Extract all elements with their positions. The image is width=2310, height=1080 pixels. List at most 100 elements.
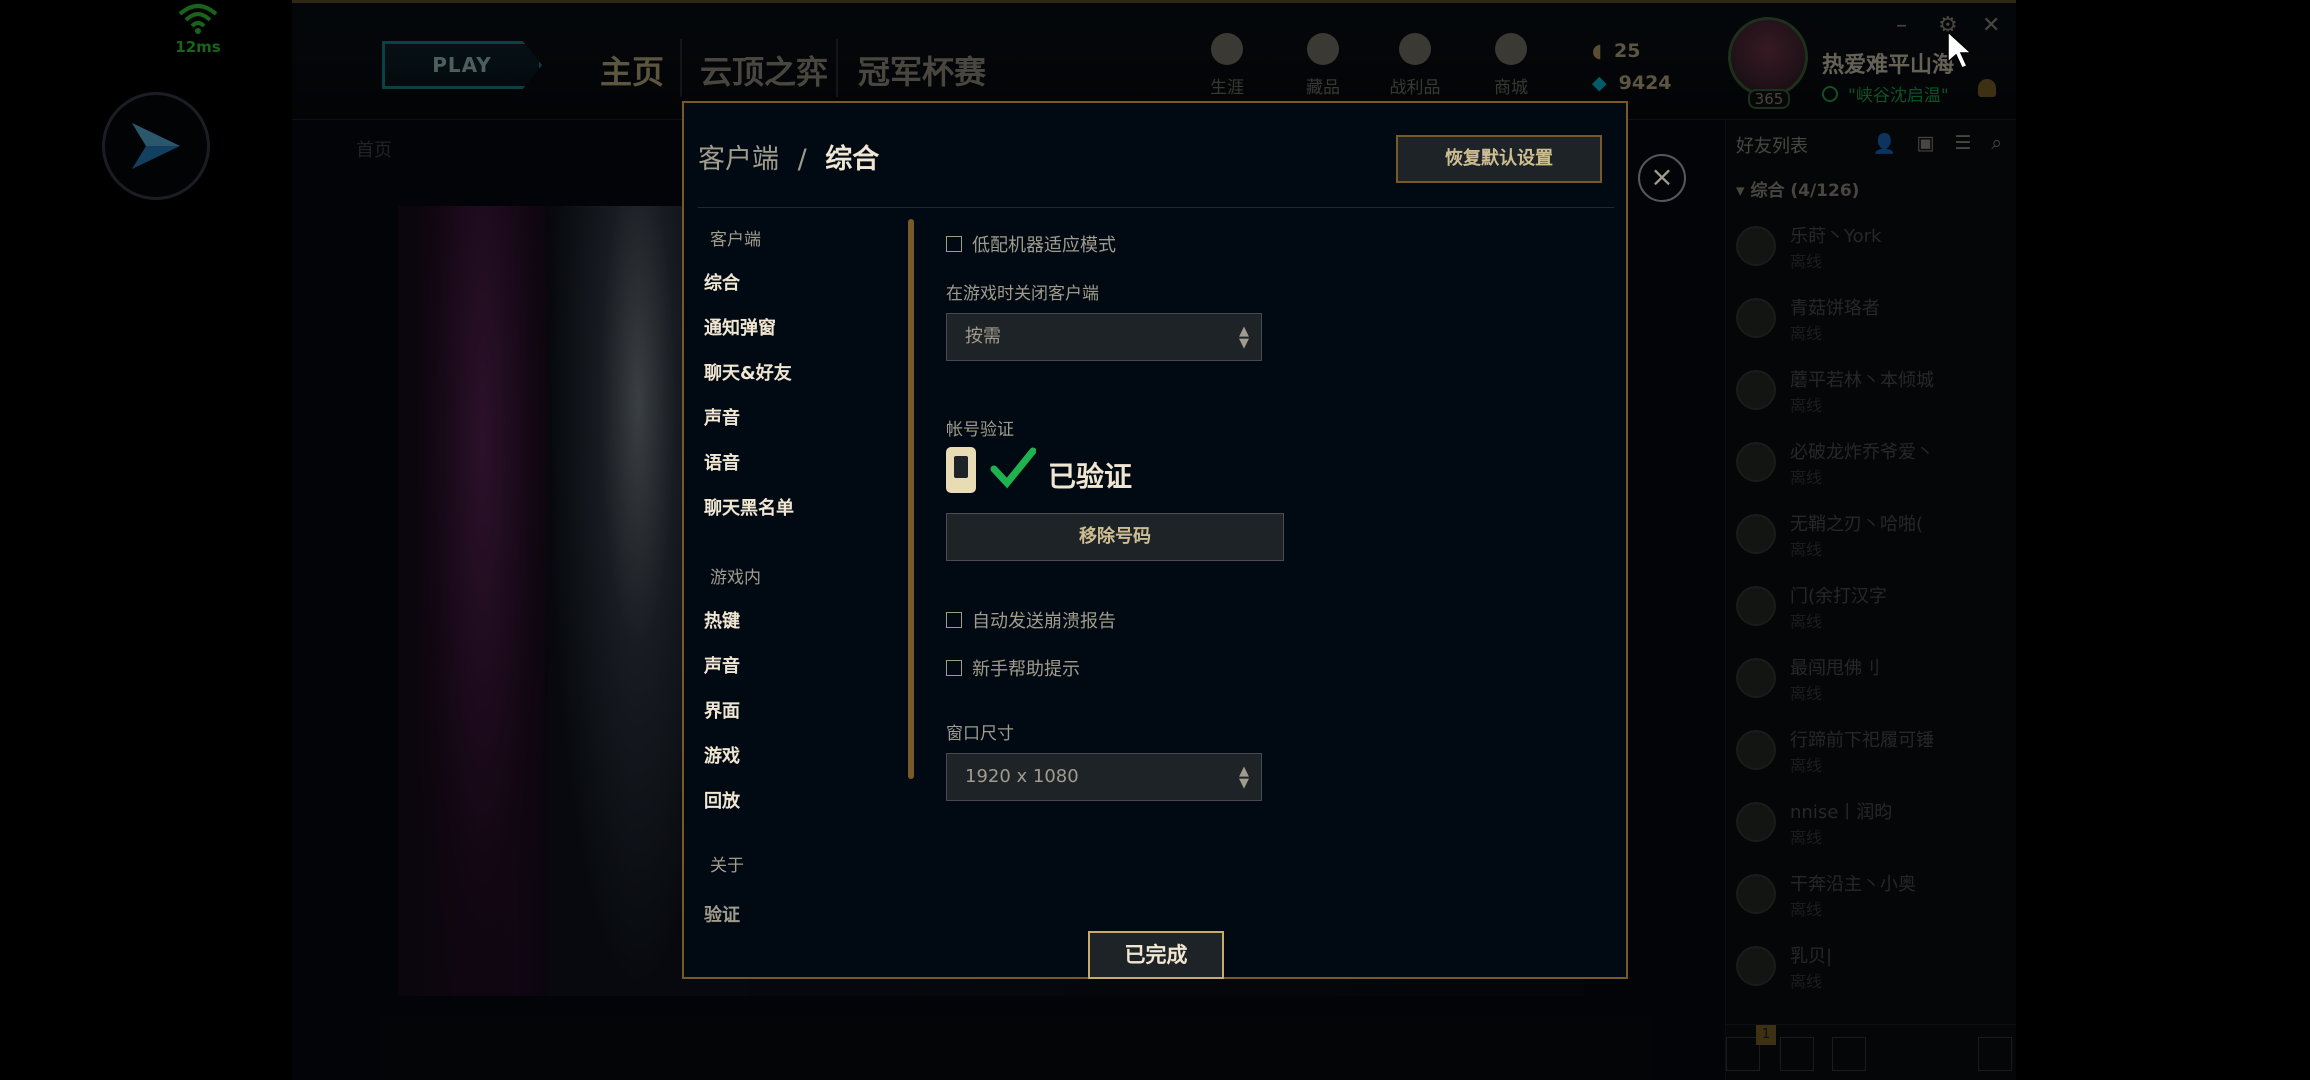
loot-button[interactable]: 战利品: [1380, 33, 1450, 98]
breadcrumb-separator: /: [797, 144, 807, 175]
sidebar-item-sound[interactable]: 声音: [704, 404, 740, 430]
sidebar-header-ingame: 游戏内: [710, 568, 761, 588]
sidebar-scrollbar[interactable]: [908, 219, 914, 779]
cursor-icon: [1947, 30, 1972, 69]
currency-panel[interactable]: ◖ 25 ◆ 9424: [1592, 35, 1672, 99]
sidebar-item-blocklist[interactable]: 聊天黑名单: [704, 494, 794, 520]
friend-group-header[interactable]: ▾ 综合 (4/126): [1736, 176, 1859, 201]
friend-name: 蘑平若林丶本倾城: [1790, 370, 1934, 391]
chevron-updown-icon: ▲ ▼: [1239, 764, 1249, 791]
low-spec-label: 低配机器适应模式: [972, 235, 1116, 256]
avatar: [1736, 658, 1776, 698]
profile-icon: [1211, 33, 1243, 65]
rp-amount: 25: [1614, 40, 1641, 62]
sidebar-item-verify[interactable]: 验证: [704, 901, 740, 927]
sidebar-item-game[interactable]: 游戏: [704, 742, 740, 768]
voice-icon[interactable]: [1832, 1037, 1866, 1071]
friend-status: 离线: [1790, 540, 1823, 559]
friend-row[interactable]: 蘑平若林丶本倾城 离线: [1726, 360, 2006, 432]
blue-essence-icon: ◆: [1592, 72, 1607, 94]
avatar: [1736, 586, 1776, 626]
search-icon[interactable]: ⌕: [1991, 132, 2002, 155]
minimize-icon[interactable]: –: [1896, 13, 1907, 38]
friend-row[interactable]: 乐莳丶York 离线: [1726, 216, 2006, 288]
sidebar-item-hotkeys[interactable]: 热键: [704, 607, 740, 633]
close-window-icon[interactable]: ✕: [1982, 13, 2000, 38]
done-button[interactable]: 已完成: [1088, 931, 1224, 979]
friend-name: 乐莳丶York: [1790, 226, 1882, 247]
status-message[interactable]: "峡谷沈启温": [1822, 81, 1949, 106]
friends-bottom-bar: 1: [1726, 1024, 2016, 1080]
tab-home[interactable]: 主页: [600, 47, 664, 93]
auto-crash-report-label: 自动发送崩溃报告: [972, 611, 1116, 632]
low-spec-checkbox[interactable]: 低配机器适应模式: [946, 231, 1116, 257]
friend-row[interactable]: 乳贝| 离线: [1726, 936, 2006, 1008]
sidebar-item-notifications[interactable]: 通知弹窗: [704, 314, 776, 340]
close-client-dropdown[interactable]: 按需 ▲ ▼: [946, 313, 1262, 361]
friend-status: 离线: [1790, 324, 1823, 343]
notification-bell-icon[interactable]: [1978, 79, 1996, 97]
username: 热爱难平山海: [1822, 53, 1955, 78]
friend-row[interactable]: 无鞘之刃丶哈啪(离线: [1726, 504, 2006, 576]
missions-icon[interactable]: [1780, 1037, 1814, 1071]
add-folder-icon[interactable]: ▣: [1916, 132, 1934, 155]
profile-button[interactable]: 生涯: [1192, 33, 1262, 98]
friend-status: 离线: [1790, 252, 1823, 271]
window-size-dropdown[interactable]: 1920 x 1080 ▲ ▼: [946, 753, 1262, 801]
wifi-icon: [178, 4, 218, 34]
friend-row[interactable]: 干奔沿主丶小奥 离线: [1726, 864, 2006, 936]
friends-panel: 好友列表 👤 ▣ ☰ ⌕ ▾ 综合 (4/126) 乐莳丶York 离线 青菇饼珞…: [1725, 120, 2016, 1080]
remove-number-button[interactable]: 移除号码: [946, 513, 1284, 561]
newbie-tips-checkbox[interactable]: 新手帮助提示: [946, 655, 1080, 681]
friend-name: 干奔沿主丶小奥: [1790, 874, 1916, 895]
add-friend-icon[interactable]: 👤: [1873, 132, 1897, 155]
friend-status: 离线: [1790, 900, 1823, 919]
friend-row[interactable]: 门(余打汉字 离线: [1726, 576, 2006, 648]
friends-title: 好友列表: [1736, 136, 1808, 157]
friend-name: 行蹄前下祀履可锤: [1790, 730, 1934, 751]
store-label: 商城: [1494, 78, 1528, 98]
friend-status: 离线: [1790, 756, 1823, 775]
avatar: [1736, 946, 1776, 986]
collection-label: 藏品: [1306, 78, 1340, 98]
rp-icon: ◖: [1592, 40, 1603, 62]
profile-label: 生涯: [1210, 78, 1244, 98]
sidebar-item-general[interactable]: 综合: [704, 269, 740, 295]
list-view-icon[interactable]: ☰: [1954, 132, 1971, 155]
friend-row[interactable]: 必破龙炸乔爷爱丶 离线: [1726, 432, 2006, 504]
friend-row[interactable]: 行蹄前下祀履可锤 离线: [1726, 720, 2006, 792]
chat-icon[interactable]: [1726, 1037, 1760, 1071]
bug-report-icon[interactable]: [1978, 1037, 2012, 1071]
friend-status: 离线: [1790, 684, 1823, 703]
nav-divider: [836, 39, 838, 97]
avatar[interactable]: [1728, 17, 1808, 97]
arrow-logo-icon: [132, 123, 180, 169]
sidebar-item-interface[interactable]: 界面: [704, 697, 740, 723]
play-button[interactable]: PLAY: [382, 41, 542, 89]
phone-icon: [946, 447, 976, 493]
sub-nav-home[interactable]: 首页: [356, 136, 392, 162]
auto-crash-report-checkbox[interactable]: 自动发送崩溃报告: [946, 607, 1116, 633]
store-button[interactable]: 商城: [1476, 33, 1546, 98]
friend-row[interactable]: 最闯甩佛刂 离线: [1726, 648, 2006, 720]
friend-status: 离线: [1790, 468, 1823, 487]
be-amount: 9424: [1618, 72, 1672, 94]
tab-tft[interactable]: 云顶之弈: [700, 47, 828, 93]
friend-row[interactable]: 青菇饼珞者 离线: [1726, 288, 2006, 360]
sidebar-item-ingame-sound[interactable]: 声音: [704, 652, 740, 678]
stream-menu-button[interactable]: [102, 92, 210, 200]
collection-button[interactable]: 藏品: [1288, 33, 1358, 98]
tab-clash[interactable]: 冠军杯赛: [858, 47, 986, 93]
chevron-updown-icon: ▲ ▼: [1239, 324, 1249, 351]
avatar: [1736, 226, 1776, 266]
checkbox-box: [946, 236, 962, 252]
sidebar-item-voice[interactable]: 语音: [704, 449, 740, 475]
close-icon[interactable]: ×: [1638, 154, 1686, 202]
nav-divider: [680, 39, 682, 97]
friend-row[interactable]: nnise丨润昀 离线: [1726, 792, 2006, 864]
sidebar-item-replays[interactable]: 回放: [704, 787, 740, 813]
friend-name: 青菇饼珞者: [1790, 298, 1880, 319]
friend-name: 乳贝|: [1790, 946, 1833, 967]
sidebar-item-chat-friends[interactable]: 聊天&好友: [704, 359, 792, 385]
missions-badge: 1: [1756, 1025, 1776, 1045]
